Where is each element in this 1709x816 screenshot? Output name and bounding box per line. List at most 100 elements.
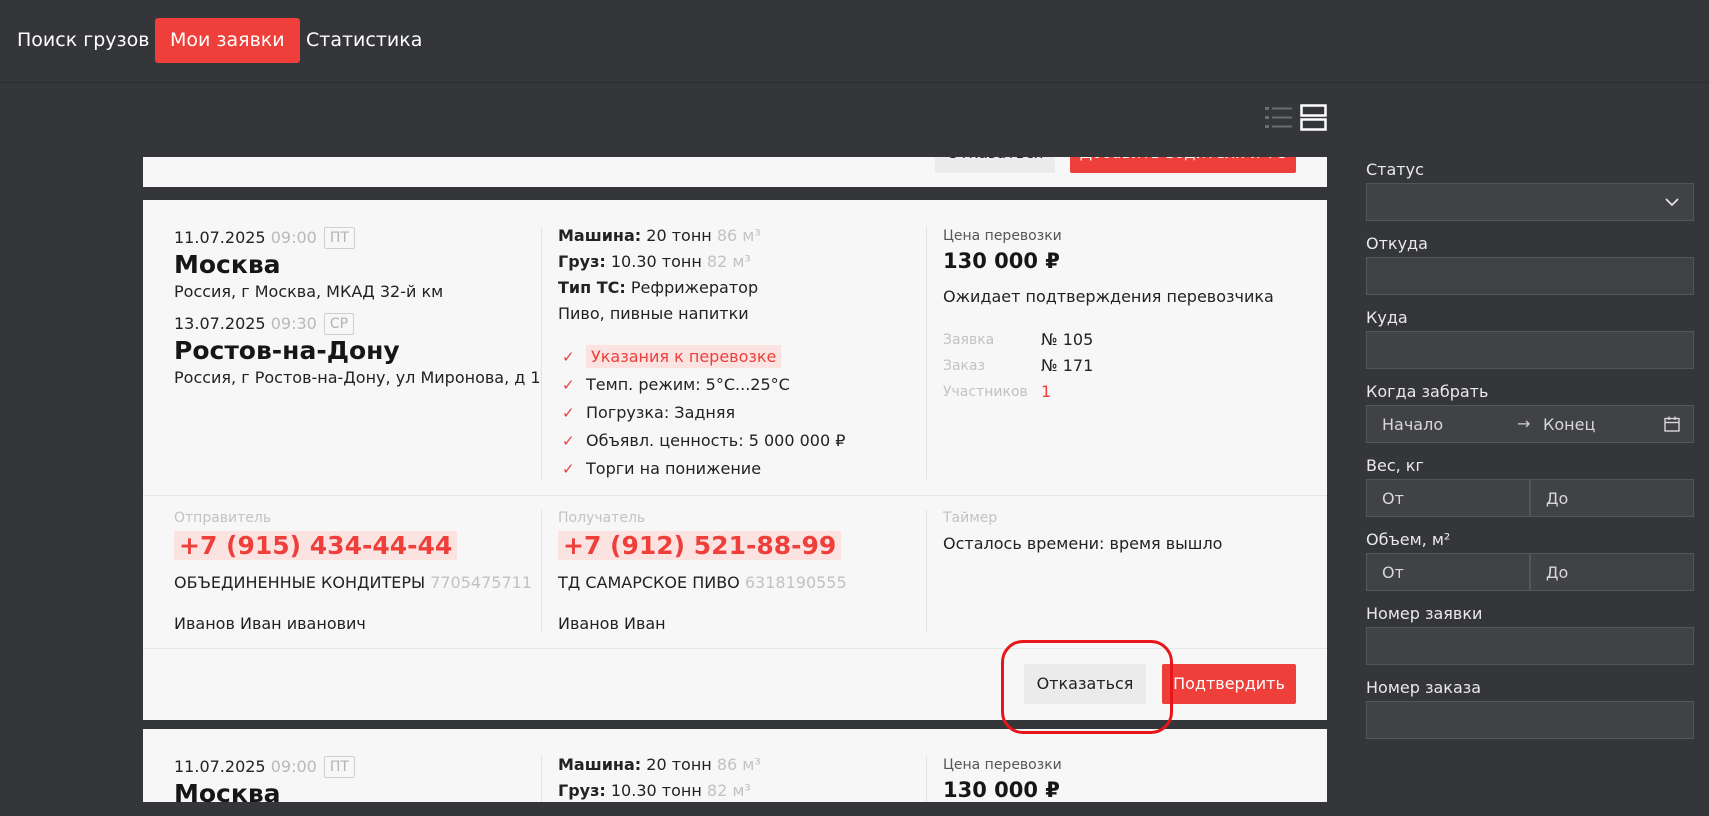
volume-to-input[interactable]: До	[1530, 553, 1694, 591]
date-start-input[interactable]: Начало	[1382, 415, 1443, 434]
nav-my-requests[interactable]: Мои заявки	[155, 18, 300, 63]
price-label: Цена перевозки	[943, 228, 1062, 244]
section-divider	[143, 495, 1327, 496]
sender-person: Иванов Иван иванович	[174, 614, 366, 633]
pickup-city: Москва	[174, 779, 281, 802]
status-select[interactable]	[1366, 183, 1694, 221]
pickup-city: Москва	[174, 250, 281, 279]
receiver-person: Иванов Иван	[558, 614, 666, 633]
weight-from-input[interactable]: От	[1366, 479, 1530, 517]
column-divider	[926, 227, 927, 479]
card-view-icon[interactable]	[1300, 104, 1327, 131]
pickup-date-range[interactable]: Начало → Конец	[1366, 405, 1694, 443]
order-number: № 171	[1041, 356, 1094, 375]
delivery-city: Ростов-на-Дону	[174, 336, 400, 365]
timer-label: Таймер	[943, 510, 998, 526]
weight-filter-label: Вес, кг	[1366, 456, 1424, 475]
pickup-day-badge: ПТ	[323, 227, 355, 249]
to-input[interactable]	[1366, 331, 1694, 369]
condition-item: ✓ Погрузка: Задняя	[558, 399, 845, 427]
receiver-company: ТД САМАРСКОЕ ПИВО 6318190555	[558, 573, 847, 592]
participants-count[interactable]: 1	[1041, 382, 1051, 401]
top-navigation: Поиск грузов Мои заявки Статистика	[0, 0, 1709, 83]
request-label: Заявка	[943, 332, 995, 348]
cargo-specs: Машина: 20 тонн 86 м³ Груз: 10.30 тонн 8…	[558, 755, 761, 800]
order-label: Заказ	[943, 358, 986, 374]
vehicle-volume: 86 м³	[716, 226, 761, 245]
pickup-date-label: Когда забрать	[1366, 382, 1489, 401]
vehicle-type-value: Рефрижератор	[630, 278, 759, 297]
calendar-icon[interactable]	[1663, 415, 1681, 433]
column-divider	[926, 510, 927, 633]
list-view-icon[interactable]	[1265, 104, 1292, 131]
pickup-date: 11.07.2025	[174, 228, 266, 247]
condition-item: ✓ Торги на понижение	[558, 455, 845, 483]
delivery-address: Россия, г Ростов-на-Дону, ул Миронова, д…	[174, 368, 541, 387]
request-number: № 105	[1041, 330, 1094, 349]
vehicle-tonnage: 20 тонн	[646, 226, 712, 245]
sender-label: Отправитель	[174, 510, 272, 526]
cargo-weight: 10.30 тонн	[610, 252, 702, 271]
sender-phone[interactable]: +7 (915) 434-44-44	[174, 531, 458, 560]
condition-item: ✓ Указания к перевозке	[558, 343, 845, 371]
goods-description: Пиво, пивные напитки	[558, 304, 749, 323]
nav-cargo-search[interactable]: Поиск грузов	[2, 18, 164, 63]
status-filter-label: Статус	[1366, 160, 1424, 179]
check-icon: ✓	[562, 376, 575, 394]
request-number-label: Номер заявки	[1366, 604, 1483, 623]
receiver-label: Получатель	[558, 510, 646, 526]
price-value: 130 000 ₽	[943, 778, 1060, 802]
delivery-time: 09:30	[270, 314, 317, 333]
volume-from-input[interactable]: От	[1366, 553, 1530, 591]
pickup-time: 09:00	[270, 228, 317, 247]
column-divider	[541, 227, 542, 479]
timer-text: Осталось времени: время вышло	[943, 534, 1223, 553]
request-card-next: 11.07.2025 09:00 ПТ Москва Машина: 20 то…	[143, 729, 1327, 802]
vehicle-label: Машина:	[558, 226, 642, 245]
transport-instructions-link[interactable]: Указания к перевозке	[586, 345, 782, 368]
to-filter-label: Куда	[1366, 308, 1408, 327]
pickup-datetime: 11.07.2025 09:00 ПТ	[174, 756, 355, 778]
from-input[interactable]	[1366, 257, 1694, 295]
highlight-annotation	[1001, 640, 1173, 734]
chevron-down-icon	[1665, 198, 1679, 207]
cargo-label: Груз:	[558, 252, 606, 271]
sender-inn: 7705475711	[430, 573, 532, 592]
delivery-date: 13.07.2025	[174, 314, 266, 333]
date-end-input[interactable]: Конец	[1543, 415, 1595, 434]
nav-statistics[interactable]: Статистика	[291, 18, 437, 63]
volume-filter-label: Объем, м²	[1366, 530, 1451, 549]
pickup-address: Россия, г Москва, МКАД 32-й км	[174, 282, 444, 301]
receiver-phone[interactable]: +7 (912) 521-88-99	[558, 531, 842, 560]
check-icon: ✓	[562, 432, 575, 450]
column-divider	[926, 756, 927, 802]
add-driver-button[interactable]: Добавить водителя и ТС	[1070, 157, 1296, 173]
check-icon: ✓	[562, 348, 575, 366]
vehicle-type-label: Тип ТС:	[558, 278, 626, 297]
from-filter-label: Откуда	[1366, 234, 1428, 253]
receiver-inn: 6318190555	[744, 573, 847, 592]
delivery-day-badge: СР	[323, 313, 355, 335]
condition-item: ✓ Объявл. ценность: 5 000 000 ₽	[558, 427, 845, 455]
column-divider	[541, 756, 542, 802]
check-icon: ✓	[562, 404, 575, 422]
delivery-datetime: 13.07.2025 09:30 СР	[174, 313, 355, 335]
confirm-button[interactable]: Подтвердить	[1162, 664, 1296, 704]
participants-label: Участников	[943, 384, 1028, 400]
decline-button-previous[interactable]: Отказаться	[935, 157, 1055, 173]
conditions-list: ✓ Указания к перевозке ✓ Темп. режим: 5°C.…	[558, 343, 845, 483]
arrow-right-icon: →	[1517, 414, 1531, 433]
request-status: Ожидает подтверждения перевозчика	[943, 287, 1274, 306]
condition-item: ✓ Темп. режим: 5°C...25°C	[558, 371, 845, 399]
order-number-label: Номер заказа	[1366, 678, 1482, 697]
sender-company: ОБЪЕДИНЕННЫЕ КОНДИТЕРЫ 7705475711	[174, 573, 532, 592]
cargo-specs: Машина: 20 тонн 86 м³ Груз: 10.30 тонн 8…	[558, 223, 761, 327]
pickup-datetime: 11.07.2025 09:00 ПТ	[174, 227, 355, 249]
column-divider	[541, 510, 542, 633]
request-number-input[interactable]	[1366, 627, 1694, 665]
cargo-volume: 82 м³	[706, 252, 751, 271]
check-icon: ✓	[562, 460, 575, 478]
weight-to-input[interactable]: До	[1530, 479, 1694, 517]
order-number-input[interactable]	[1366, 701, 1694, 739]
price-value: 130 000 ₽	[943, 249, 1060, 273]
